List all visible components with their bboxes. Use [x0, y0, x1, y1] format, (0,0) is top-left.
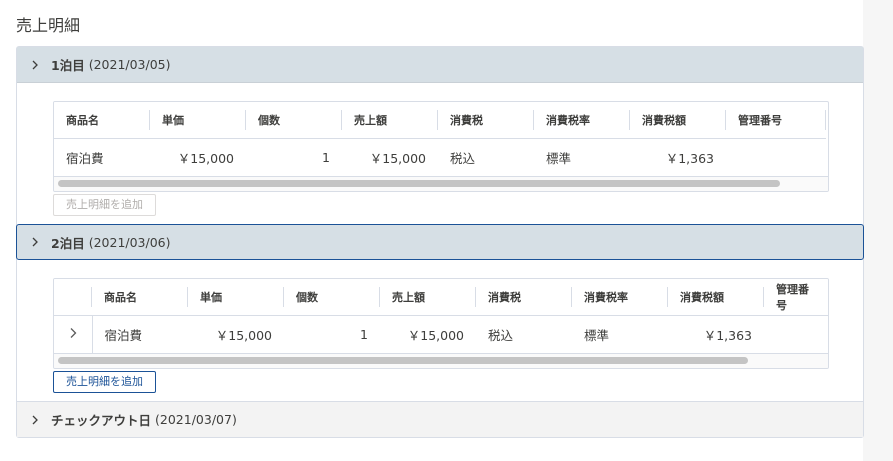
column-header-product[interactable]: 商品名	[54, 102, 150, 139]
cell-tax-amount: ￥1,363	[703, 328, 752, 343]
section-body-night-1: 商品名 単価 個数 売上額 消費税 消費税率 消費税額 管理番号 宿泊費 ￥15…	[17, 83, 863, 224]
page-title: 売上明細	[16, 16, 81, 35]
cell-tax-amount: ￥1,363	[665, 151, 714, 166]
sales-grid: 商品名 単価 個数 売上額 消費税 消費税率 消費税額 管理番号 宿泊費 ￥15…	[54, 279, 828, 353]
sales-table: 商品名 単価 個数 売上額 消費税 消費税率 消費税額 管理番号 宿泊費 ￥15…	[53, 101, 829, 192]
table-row[interactable]: 宿泊費 ￥15,000 1 ￥15,000 税込 標準 ￥1,363	[54, 139, 826, 177]
cell-sales: ￥15,000	[369, 151, 426, 166]
scrollbar-thumb[interactable]	[58, 180, 780, 187]
cell-tax-rate: 標準	[584, 328, 610, 343]
cell-unit-price: ￥15,000	[215, 328, 272, 343]
table-row[interactable]: 宿泊費 ￥15,000 1 ￥15,000 税込 標準 ￥1,363	[54, 315, 828, 354]
row-expand-toggle[interactable]	[54, 315, 93, 353]
scrollbar-thumb[interactable]	[58, 357, 748, 364]
column-header-tax-amount[interactable]: 消費税額	[668, 279, 764, 316]
cell-tax-rate: 標準	[546, 151, 572, 166]
column-header-qty[interactable]: 個数	[246, 102, 342, 139]
chevron-right-icon	[31, 415, 43, 425]
cell-product: 宿泊費	[66, 151, 104, 166]
column-header-tax-amount[interactable]: 消費税額	[630, 102, 726, 139]
section-label: 2泊目	[51, 235, 85, 251]
column-header-sales[interactable]: 売上額	[380, 279, 476, 316]
cell-control-no	[764, 316, 828, 354]
cell-qty: 1	[360, 327, 368, 342]
column-header-tax[interactable]: 消費税	[476, 279, 572, 316]
cell-qty: 1	[322, 150, 330, 165]
section-label: チェックアウト日	[51, 413, 152, 428]
column-header-product[interactable]: 商品名	[92, 279, 188, 316]
column-header-unit-price[interactable]: 単価	[188, 279, 284, 316]
column-header-tax-rate[interactable]: 消費税率	[534, 102, 630, 139]
cell-product: 宿泊費	[104, 328, 143, 343]
table-header-row: 商品名 単価 個数 売上額 消費税 消費税率 消費税額 管理番号	[54, 279, 828, 316]
horizontal-scrollbar[interactable]	[54, 176, 828, 191]
section-body-night-2: 商品名 単価 個数 売上額 消費税 消費税率 消費税額 管理番号 宿泊費 ￥15…	[17, 260, 863, 401]
column-header-tax-rate[interactable]: 消費税率	[572, 279, 668, 316]
cell-sales: ￥15,000	[407, 328, 464, 343]
column-header-control-no[interactable]: 管理番号	[764, 279, 828, 316]
section-header-checkout[interactable]: チェックアウト日 (2021/03/07)	[17, 401, 863, 437]
section-header-night-1[interactable]: 1泊目 (2021/03/05)	[17, 47, 863, 83]
horizontal-scrollbar[interactable]	[54, 353, 828, 368]
section-label: 1泊目	[51, 58, 85, 73]
column-header-qty[interactable]: 個数	[284, 279, 380, 316]
chevron-right-icon	[31, 60, 43, 70]
column-header-unit-price[interactable]: 単価	[150, 102, 246, 139]
column-header-control-no[interactable]: 管理番号	[726, 102, 826, 139]
cell-unit-price: ￥15,000	[177, 151, 234, 166]
cell-tax: 税込	[450, 151, 476, 166]
section-header-night-2[interactable]: 2泊目 (2021/03/06)	[16, 224, 864, 260]
add-sales-line-button[interactable]: 売上明細を追加	[53, 371, 156, 393]
sales-table: 商品名 単価 個数 売上額 消費税 消費税率 消費税額 管理番号 宿泊費 ￥15…	[53, 278, 829, 369]
table-header-row: 商品名 単価 個数 売上額 消費税 消費税率 消費税額 管理番号	[54, 102, 826, 139]
section-date: (2021/03/07)	[155, 412, 237, 427]
section-date: (2021/03/06)	[88, 234, 171, 250]
sales-detail-sections: 1泊目 (2021/03/05) 商品名 単価 個数 売上額 消費税 消費税率	[16, 46, 864, 438]
add-sales-line-button[interactable]: 売上明細を追加	[53, 194, 156, 216]
cell-control-no	[726, 139, 826, 177]
column-header-expand	[54, 279, 92, 316]
section-date: (2021/03/05)	[88, 57, 171, 72]
cell-tax: 税込	[488, 328, 514, 343]
chevron-right-icon	[31, 237, 43, 247]
sales-grid: 商品名 単価 個数 売上額 消費税 消費税率 消費税額 管理番号 宿泊費 ￥15…	[54, 102, 826, 176]
column-header-sales[interactable]: 売上額	[342, 102, 438, 139]
column-header-tax[interactable]: 消費税	[438, 102, 534, 139]
page-scrollbar[interactable]	[863, 0, 893, 461]
chevron-right-icon	[69, 327, 77, 342]
